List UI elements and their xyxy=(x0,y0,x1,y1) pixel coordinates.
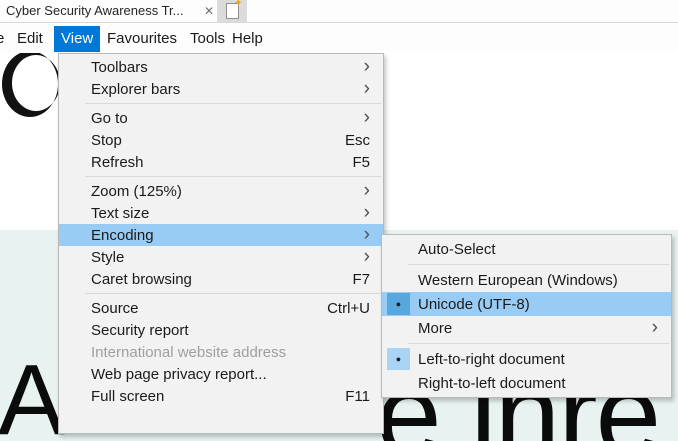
menu-item-toolbars[interactable]: Toolbars › xyxy=(59,56,383,78)
menu-item-label: Toolbars xyxy=(91,59,364,76)
menu-item-shortcut: Ctrl+U xyxy=(327,300,370,317)
submenu-item-left-to-right-document[interactable]: ● Left-to-right document xyxy=(382,347,671,371)
menu-item-label: Western European (Windows) xyxy=(418,272,658,289)
menu-item-stop[interactable]: Stop Esc xyxy=(59,129,383,151)
submenu-arrow-icon: › xyxy=(364,79,370,98)
new-tab-button[interactable]: ✦ xyxy=(217,0,247,22)
new-tab-star-icon: ✦ xyxy=(234,0,242,9)
menu-separator xyxy=(85,293,381,294)
menubar-item-help[interactable]: Help xyxy=(225,26,270,52)
menu-item-shortcut: Esc xyxy=(345,132,370,149)
browser-window: A e inre Cyber Security Awareness Tr... … xyxy=(0,0,678,441)
menu-item-label: Left-to-right document xyxy=(418,351,658,368)
page-logo-crescent xyxy=(1,50,61,120)
submenu-item-more[interactable]: More › xyxy=(382,316,671,340)
active-tab-title[interactable]: Cyber Security Awareness Tr... xyxy=(6,0,184,22)
submenu-item-auto-select[interactable]: Auto-Select xyxy=(382,237,671,261)
menu-item-label: Refresh xyxy=(91,154,352,171)
submenu-arrow-icon: › xyxy=(652,318,658,337)
menu-item-label: Unicode (UTF-8) xyxy=(418,296,658,313)
menu-item-label: Style xyxy=(91,249,364,266)
menu-separator xyxy=(408,264,669,265)
menu-item-label: Explorer bars xyxy=(91,81,364,98)
menu-item-web-page-privacy-report[interactable]: Web page privacy report... xyxy=(59,363,383,385)
menu-separator xyxy=(85,176,381,177)
tab-bar: Cyber Security Awareness Tr... ✕ ✦ xyxy=(0,0,678,23)
menu-item-label: Right-to-left document xyxy=(418,375,658,392)
submenu-item-right-to-left-document[interactable]: Right-to-left document xyxy=(382,371,671,395)
menu-separator xyxy=(85,103,381,104)
submenu-arrow-icon: › xyxy=(364,203,370,222)
menu-item-encoding[interactable]: Encoding › xyxy=(59,224,383,246)
radio-selected-icon: ● xyxy=(387,293,410,315)
submenu-arrow-icon: › xyxy=(364,108,370,127)
menu-item-style[interactable]: Style › xyxy=(59,246,383,268)
menubar-item-edit[interactable]: Edit xyxy=(10,26,50,52)
menu-item-label: Full screen xyxy=(91,388,345,405)
submenu-item-western-european[interactable]: Western European (Windows) xyxy=(382,268,671,292)
menu-item-label: Encoding xyxy=(91,227,364,244)
menu-item-zoom[interactable]: Zoom (125%) › xyxy=(59,180,383,202)
menu-item-explorer-bars[interactable]: Explorer bars › xyxy=(59,78,383,100)
menu-item-label: Go to xyxy=(91,110,364,127)
menu-item-label: More xyxy=(418,320,652,337)
menu-item-shortcut: F11 xyxy=(345,388,370,405)
menu-item-shortcut: F5 xyxy=(352,154,370,171)
submenu-arrow-icon: › xyxy=(364,57,370,76)
menu-item-source[interactable]: Source Ctrl+U xyxy=(59,297,383,319)
menu-item-label: Auto-Select xyxy=(418,241,658,258)
menu-item-label: Source xyxy=(91,300,327,317)
menu-item-label: Stop xyxy=(91,132,345,149)
page-heading-left: A xyxy=(0,350,65,441)
menu-item-label: Caret browsing xyxy=(91,271,352,288)
radio-selected-icon: ● xyxy=(387,348,410,370)
menu-item-full-screen[interactable]: Full screen F11 xyxy=(59,385,383,407)
submenu-arrow-icon: › xyxy=(364,225,370,244)
submenu-arrow-icon: › xyxy=(364,181,370,200)
menu-separator xyxy=(408,343,669,344)
menu-item-refresh[interactable]: Refresh F5 xyxy=(59,151,383,173)
menu-item-label: International website address xyxy=(91,344,370,361)
menu-item-label: Web page privacy report... xyxy=(91,366,370,383)
menu-bar: e Edit View Favourites Tools Help xyxy=(0,24,678,53)
view-menu-dropdown: Toolbars › Explorer bars › Go to › Stop … xyxy=(58,53,384,434)
menubar-item-view[interactable]: View xyxy=(54,26,100,52)
menu-item-shortcut: F7 xyxy=(352,271,370,288)
menu-item-label: Security report xyxy=(91,322,370,339)
menu-item-security-report[interactable]: Security report xyxy=(59,319,383,341)
menu-item-go-to[interactable]: Go to › xyxy=(59,107,383,129)
menu-item-text-size[interactable]: Text size › xyxy=(59,202,383,224)
menu-item-international-website-address: International website address xyxy=(59,341,383,363)
menubar-item-file-partial[interactable]: e xyxy=(0,26,6,52)
submenu-arrow-icon: › xyxy=(364,247,370,266)
menubar-item-favourites[interactable]: Favourites xyxy=(100,26,184,52)
menu-item-caret-browsing[interactable]: Caret browsing F7 xyxy=(59,268,383,290)
menu-item-label: Text size xyxy=(91,205,364,222)
tab-close-icon[interactable]: ✕ xyxy=(202,0,216,22)
menu-item-label: Zoom (125%) xyxy=(91,183,364,200)
new-tab-page-icon: ✦ xyxy=(226,3,239,19)
encoding-submenu: Auto-Select Western European (Windows) ●… xyxy=(381,234,672,398)
submenu-item-unicode-utf-8[interactable]: ● Unicode (UTF-8) xyxy=(382,292,671,316)
